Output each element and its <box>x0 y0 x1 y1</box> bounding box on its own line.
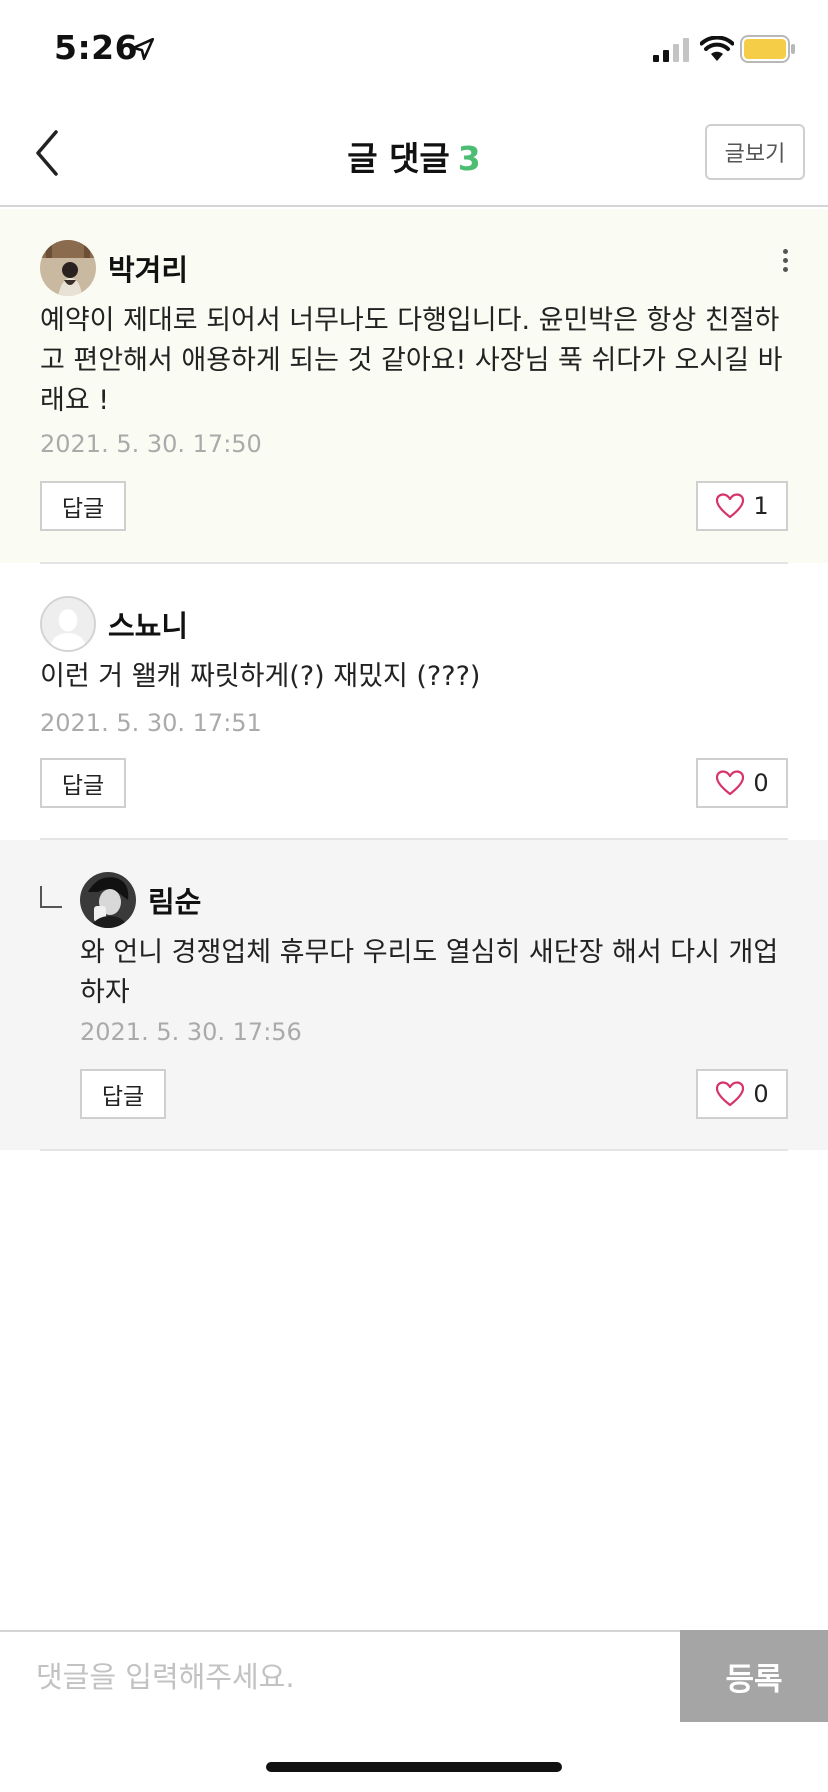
like-count: 1 <box>753 492 769 520</box>
comment-author: 림순 <box>148 885 202 919</box>
comment-text: 와 언니 경쟁업체 휴무다 우리도 열심히 새단장 해서 다시 개업하자 <box>80 937 779 1008</box>
avatar[interactable] <box>80 872 136 928</box>
comment-item: 박겨리 예약이 제대로 되어서 너무나도 다행입니다. 윤민박은 항상 친절하고… <box>0 209 828 563</box>
like-count: 0 <box>753 769 769 797</box>
status-bar: 5:26 <box>0 0 828 100</box>
comment-author: 스뇨니 <box>108 609 189 643</box>
battery-icon <box>740 35 795 63</box>
wifi-icon <box>700 36 734 61</box>
avatar[interactable] <box>40 240 96 296</box>
submit-button[interactable]: 등록 <box>680 1630 828 1722</box>
comment-timestamp: 2021. 5. 30. 17:56 <box>80 1018 302 1046</box>
heart-icon <box>716 1081 745 1107</box>
like-button[interactable]: 0 <box>696 758 788 808</box>
signal-icon <box>653 38 689 62</box>
header: 글 댓글 3 글보기 <box>0 100 828 207</box>
avatar[interactable] <box>40 596 96 652</box>
status-time: 5:26 <box>54 28 139 67</box>
comment-text: 예약이 제대로 되어서 너무나도 다행입니다. 윤민박은 항상 친절하고 편안해… <box>40 305 783 416</box>
comment-text: 이런 거 왤캐 짜릿하게(?) 재밌지 (???) <box>40 661 481 692</box>
heart-icon <box>716 770 745 796</box>
comment-timestamp: 2021. 5. 30. 17:51 <box>40 709 262 737</box>
comment-input[interactable] <box>0 1632 680 1722</box>
heart-icon <box>716 493 745 519</box>
reply-indent-icon <box>40 886 62 908</box>
comment-input-bar: 등록 <box>0 1630 828 1722</box>
comment-timestamp: 2021. 5. 30. 17:50 <box>40 430 262 458</box>
reply-button[interactable]: 답글 <box>80 1069 166 1119</box>
like-button[interactable]: 0 <box>696 1069 788 1119</box>
more-options-icon[interactable] <box>775 245 795 285</box>
divider <box>40 1149 788 1151</box>
location-arrow-icon <box>131 37 155 61</box>
reply-button[interactable]: 답글 <box>40 758 126 808</box>
view-post-button[interactable]: 글보기 <box>705 124 805 180</box>
like-button[interactable]: 1 <box>696 481 788 531</box>
page-title: 글 댓글 3 <box>0 132 828 180</box>
comment-author: 박겨리 <box>108 253 189 287</box>
home-indicator[interactable] <box>266 1762 562 1772</box>
page-title-text: 글 댓글 <box>347 139 450 178</box>
reply-comment-item: 림순 와 언니 경쟁업체 휴무다 우리도 열심히 새단장 해서 다시 개업하자 … <box>0 840 828 1150</box>
like-count: 0 <box>753 1080 769 1108</box>
comment-count: 3 <box>457 139 481 178</box>
reply-button[interactable]: 답글 <box>40 481 126 531</box>
comment-item: 스뇨니 이런 거 왤캐 짜릿하게(?) 재밌지 (???) 2021. 5. 3… <box>0 564 828 838</box>
